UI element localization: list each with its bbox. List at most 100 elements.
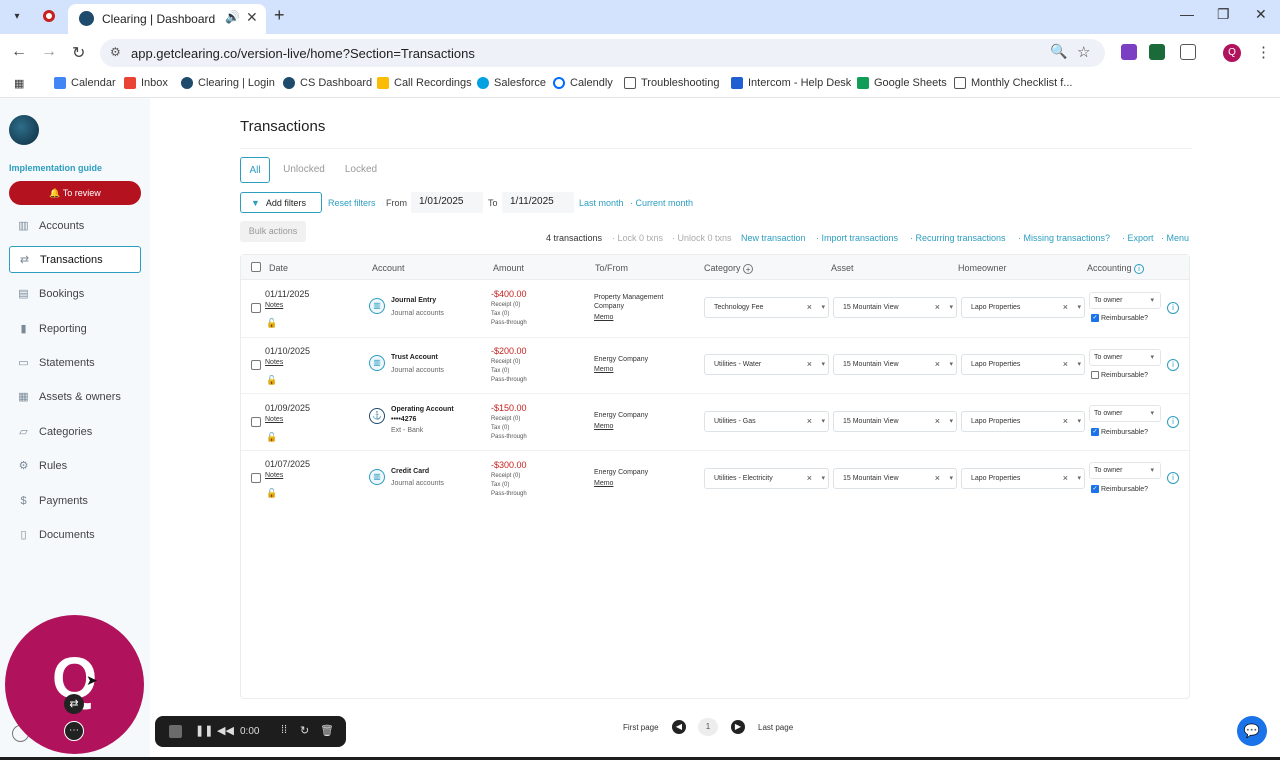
- reimbursable-toggle[interactable]: ✓ Reimbursable?: [1091, 485, 1148, 493]
- profile-avatar[interactable]: Q: [1223, 44, 1241, 62]
- stop-recording-icon[interactable]: [169, 725, 182, 738]
- sidebar-item-rules[interactable]: ⚙ Rules: [9, 452, 141, 479]
- current-page[interactable]: 1: [698, 718, 718, 736]
- sidebar-item-categories[interactable]: ▱ Categories: [9, 418, 141, 445]
- clear-icon[interactable]: ×: [1063, 412, 1068, 431]
- chevron-down-icon[interactable]: ▾: [821, 412, 825, 431]
- reimbursable-toggle[interactable]: ✓ Reimbursable?: [1091, 314, 1148, 322]
- minimize-icon[interactable]: —: [1180, 6, 1194, 22]
- first-page-link[interactable]: First page: [623, 723, 659, 732]
- clear-icon[interactable]: ×: [807, 355, 812, 374]
- clear-icon[interactable]: ×: [807, 298, 812, 317]
- chevron-down-icon[interactable]: ▾: [949, 355, 953, 374]
- export-link[interactable]: · Export: [1122, 233, 1154, 243]
- accounting-select[interactable]: To owner ▾: [1089, 462, 1161, 479]
- chevron-down-icon[interactable]: ▾: [949, 469, 953, 488]
- pause-icon[interactable]: ❚❚: [195, 724, 213, 737]
- row-account-name[interactable]: Credit Card: [391, 468, 429, 475]
- last-page-link[interactable]: Last page: [758, 723, 793, 732]
- row-tax[interactable]: Tax (0): [491, 368, 509, 374]
- missing-transactions-link[interactable]: · Missing transactions?: [1018, 233, 1110, 243]
- row-pass-through[interactable]: Pass-through: [491, 491, 527, 497]
- homeowner-select[interactable]: Lapo Properties × ▾: [961, 297, 1085, 318]
- bookmark-calendar[interactable]: Calendar: [54, 77, 116, 89]
- sidebar-item-payments[interactable]: $ Payments: [9, 487, 141, 514]
- row-checkbox[interactable]: [251, 473, 261, 483]
- chevron-down-icon[interactable]: ▾: [1077, 355, 1081, 374]
- new-tab-icon[interactable]: +: [274, 5, 285, 26]
- camera-swap-icon[interactable]: ⇄: [64, 694, 84, 714]
- menu-link[interactable]: · Menu: [1161, 233, 1189, 243]
- bulk-actions-button[interactable]: Bulk actions: [240, 221, 306, 242]
- accounting-select[interactable]: To owner ▾: [1089, 349, 1161, 366]
- category-select[interactable]: Utilities - Water × ▾: [704, 354, 829, 375]
- homeowner-select[interactable]: Lapo Properties × ▾: [961, 411, 1085, 432]
- chevron-down-icon[interactable]: ▾: [1077, 469, 1081, 488]
- sidebar-item-assets-owners[interactable]: ▦ Assets & owners: [9, 383, 141, 410]
- bookmark-cs-dashboard[interactable]: CS Dashboard: [283, 77, 372, 89]
- clear-icon[interactable]: ×: [935, 412, 940, 431]
- column-to-from[interactable]: To/From: [595, 263, 628, 273]
- extension-icon[interactable]: [1121, 44, 1137, 60]
- accounting-select[interactable]: To owner ▾: [1089, 405, 1161, 422]
- extension-icon[interactable]: [1149, 44, 1165, 60]
- asset-select[interactable]: 15 Mountain View × ▾: [833, 354, 957, 375]
- select-all-checkbox[interactable]: [251, 262, 261, 272]
- row-info-icon[interactable]: i: [1167, 416, 1179, 428]
- add-filters-button[interactable]: ▼ Add filters: [240, 192, 322, 213]
- row-pass-through[interactable]: Pass-through: [491, 377, 527, 383]
- tab-locked[interactable]: Locked: [340, 157, 382, 183]
- chevron-down-icon[interactable]: ▾: [1150, 293, 1154, 308]
- asset-select[interactable]: 15 Mountain View × ▾: [833, 297, 957, 318]
- row-memo-link[interactable]: Memo: [594, 314, 613, 321]
- asset-select[interactable]: 15 Mountain View × ▾: [833, 411, 957, 432]
- camera-bubble[interactable]: Q ⇄ ⋯: [5, 615, 144, 754]
- row-tax[interactable]: Tax (0): [491, 482, 509, 488]
- row-account-name[interactable]: Journal Entry: [391, 297, 436, 304]
- forward-icon[interactable]: →: [41, 43, 57, 61]
- sidebar-item-statements[interactable]: ▭ Statements: [9, 349, 141, 376]
- chevron-down-icon[interactable]: ▾: [1077, 412, 1081, 431]
- unlock-txns[interactable]: · Unlock 0 txns: [672, 233, 732, 243]
- row-checkbox[interactable]: [251, 360, 261, 370]
- column-amount[interactable]: Amount: [493, 263, 524, 273]
- unlocked-icon[interactable]: 🔓: [266, 375, 277, 386]
- rewind-icon[interactable]: ◀◀: [217, 724, 234, 737]
- reimbursable-checkbox[interactable]: [1091, 371, 1099, 379]
- row-memo-link[interactable]: Memo: [594, 366, 613, 373]
- to-date-input[interactable]: 1/11/2025: [502, 192, 574, 213]
- restart-icon[interactable]: ↻: [300, 724, 309, 737]
- chevron-down-icon[interactable]: ▾: [1150, 406, 1154, 421]
- bookmark-call-recordings[interactable]: Call Recordings: [377, 77, 472, 89]
- column-asset[interactable]: Asset: [831, 263, 854, 273]
- reimbursable-toggle[interactable]: ✓ Reimbursable?: [1091, 428, 1148, 436]
- back-icon[interactable]: ←: [11, 43, 27, 61]
- row-memo-link[interactable]: Memo: [594, 423, 613, 430]
- row-receipt[interactable]: Receipt (0): [491, 416, 520, 422]
- sidebar-item-documents[interactable]: ▯ Documents: [9, 521, 141, 548]
- clear-icon[interactable]: ×: [935, 355, 940, 374]
- info-icon[interactable]: i: [1134, 263, 1145, 274]
- address-bar[interactable]: ⚙ app.getclearing.co/version-live/home?S…: [100, 39, 1105, 67]
- row-notes-link[interactable]: Notes: [265, 359, 283, 366]
- last-month-link[interactable]: Last month: [579, 198, 624, 208]
- delete-icon[interactable]: 🗑: [320, 724, 334, 737]
- row-tax[interactable]: Tax (0): [491, 311, 509, 317]
- chat-support-icon[interactable]: 💬: [1237, 716, 1267, 746]
- reimbursable-checkbox[interactable]: ✓: [1091, 314, 1099, 322]
- bookmark-star-icon[interactable]: ☆: [1077, 43, 1090, 61]
- row-checkbox[interactable]: [251, 417, 261, 427]
- clear-icon[interactable]: ×: [935, 469, 940, 488]
- clear-icon[interactable]: ×: [807, 412, 812, 431]
- row-receipt[interactable]: Receipt (0): [491, 473, 520, 479]
- bookmark-inbox[interactable]: Inbox: [124, 77, 168, 89]
- to-review-button[interactable]: 🔔 To review: [9, 181, 141, 205]
- chevron-down-icon[interactable]: ▾: [1150, 463, 1154, 478]
- from-date-input[interactable]: 1/01/2025: [411, 192, 483, 213]
- row-account-name[interactable]: Operating Account: [391, 406, 454, 413]
- bookmark-salesforce[interactable]: Salesforce: [477, 77, 546, 89]
- unlocked-icon[interactable]: 🔓: [266, 432, 277, 443]
- row-notes-link[interactable]: Notes: [265, 302, 283, 309]
- extensions-puzzle-icon[interactable]: [1180, 44, 1196, 60]
- row-pass-through[interactable]: Pass-through: [491, 320, 527, 326]
